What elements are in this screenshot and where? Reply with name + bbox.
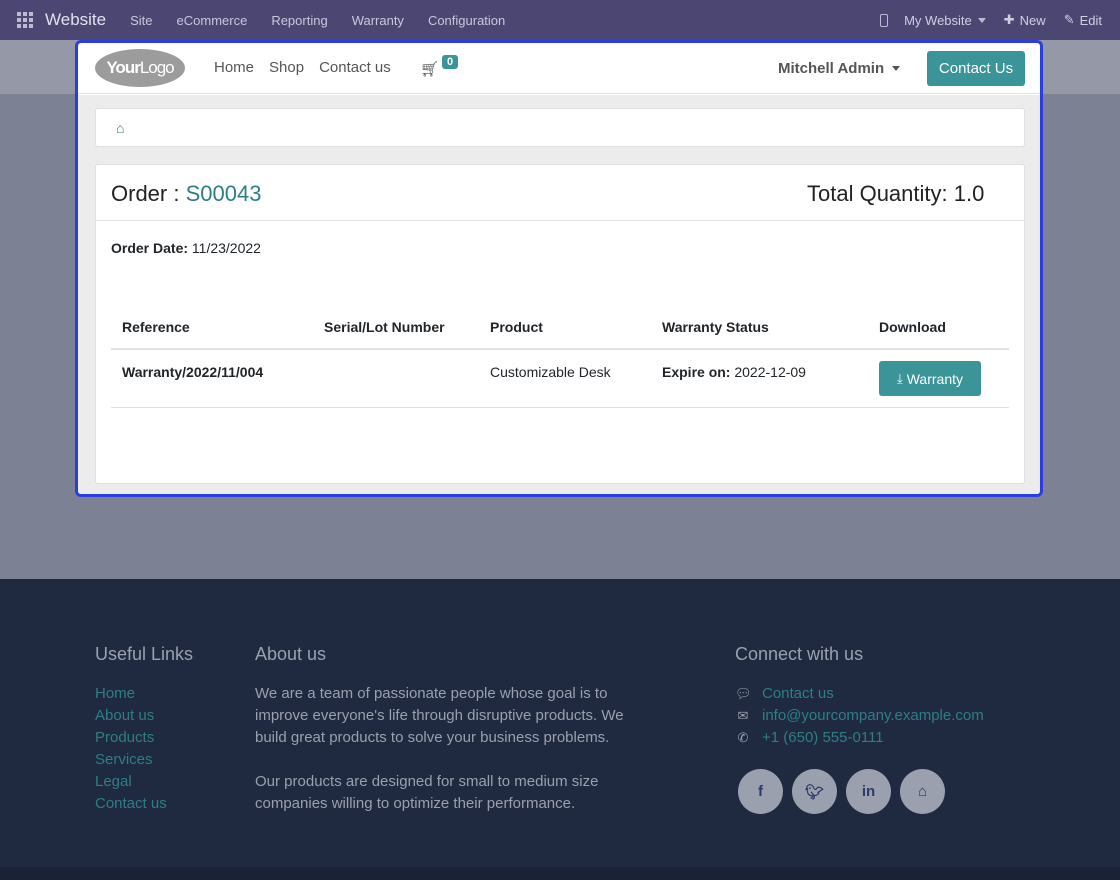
- pencil-icon: ✎: [1063, 12, 1075, 27]
- cell-reference: Warranty/2022/11/004: [111, 349, 313, 408]
- nav-shop[interactable]: Shop: [269, 59, 304, 76]
- contact-us-button[interactable]: Contact Us: [927, 51, 1025, 86]
- cart-link[interactable]: 🛒︎ 0: [420, 55, 459, 78]
- useful-links-title: Useful Links: [95, 644, 194, 664]
- new-button[interactable]: ✚ New: [1004, 12, 1046, 28]
- mobile-preview-icon[interactable]: [880, 13, 889, 27]
- order-number: S00043: [185, 181, 262, 206]
- footer-bottom-bar: [0, 867, 1120, 880]
- my-website-dropdown[interactable]: My Website: [904, 13, 986, 28]
- user-menu[interactable]: Mitchell Admin: [778, 60, 901, 77]
- about-paragraph-1: We are a team of passionate people whose…: [255, 685, 624, 746]
- col-product: Product: [479, 305, 651, 350]
- my-website-label: My Website: [904, 12, 972, 28]
- logo-light-text: Logo: [139, 58, 175, 77]
- about-column: About us We are a team of passionate peo…: [255, 644, 635, 815]
- cell-serial: [313, 349, 479, 408]
- odoo-topbar: Website Site eCommerce Reporting Warrant…: [0, 0, 1120, 40]
- download-warranty-button[interactable]: ⤓ Warranty: [879, 361, 981, 396]
- col-serial: Serial/Lot Number: [313, 305, 479, 350]
- footer-link-services[interactable]: Services: [95, 749, 235, 771]
- connect-column: Connect with us 💬︎ Contact us ✉ info@you…: [735, 644, 1035, 814]
- twitter-icon[interactable]: 🐦︎: [792, 769, 837, 814]
- phone-row[interactable]: ✆ +1 (650) 555-0111: [735, 727, 1035, 749]
- connect-title: Connect with us: [735, 644, 864, 664]
- expire-label: Expire on:: [662, 364, 731, 380]
- edit-button[interactable]: ✎ Edit: [1064, 12, 1102, 28]
- email-row[interactable]: ✉ info@yourcompany.example.com: [735, 705, 1035, 727]
- col-warranty-status: Warranty Status: [651, 305, 868, 350]
- download-icon: ⤓: [896, 370, 903, 386]
- cart-count-badge: 0: [442, 55, 459, 69]
- about-paragraph-2: Our products are designed for small to m…: [255, 773, 599, 812]
- envelope-icon: ✉: [737, 708, 749, 723]
- nav-home[interactable]: Home: [214, 59, 254, 76]
- warranty-table: Reference Serial/Lot Number Product Warr…: [111, 305, 1009, 408]
- order-date-value: 11/23/2022: [191, 240, 261, 256]
- app-name: Website: [45, 10, 107, 29]
- breadcrumb: ⌂: [95, 108, 1025, 147]
- website-frame: Your Logo Home Shop Contact us 🛒︎ 0 Mitch…: [75, 40, 1043, 497]
- cell-product: Customizable Desk: [479, 349, 651, 408]
- order-card-header: Order : S00043 Total Quantity: 1.0: [96, 165, 1024, 221]
- order-date: Order Date: 11/23/2022: [111, 240, 261, 256]
- home-icon[interactable]: ⌂: [116, 120, 124, 136]
- contact-us-link: Contact us: [762, 685, 834, 702]
- nav-links: Home Shop Contact us: [214, 59, 406, 76]
- useful-links-column: Useful Links Home About us Products Serv…: [95, 644, 235, 815]
- facebook-icon[interactable]: f: [738, 769, 783, 814]
- user-name: Mitchell Admin: [778, 60, 885, 77]
- footer-link-contact[interactable]: Contact us: [95, 793, 235, 815]
- menu-reporting[interactable]: Reporting: [271, 13, 327, 28]
- total-quantity: Total Quantity: 1.0: [807, 181, 985, 206]
- col-reference: Reference: [111, 305, 313, 350]
- chevron-down-icon: [977, 17, 986, 23]
- linkedin-icon[interactable]: in: [846, 769, 891, 814]
- home-icon[interactable]: ⌂: [900, 769, 945, 814]
- logo-bold-text: Your: [106, 58, 140, 77]
- new-label: New: [1019, 12, 1046, 28]
- footer-link-home[interactable]: Home: [95, 683, 235, 705]
- about-title: About us: [255, 644, 327, 664]
- topbar-right: My Website ✚ New ✎ Edit: [880, 0, 1120, 40]
- order-title: Order : S00043: [111, 181, 261, 207]
- menu-configuration[interactable]: Configuration: [428, 13, 505, 28]
- chevron-down-icon: [892, 66, 901, 71]
- menu-warranty[interactable]: Warranty: [352, 13, 404, 28]
- download-label: Warranty: [906, 370, 964, 387]
- nav-contact-us[interactable]: Contact us: [319, 59, 391, 76]
- order-title-prefix: Order :: [111, 181, 186, 206]
- social-links: f 🐦︎ in ⌂: [738, 769, 1035, 814]
- plus-icon: ✚: [1003, 12, 1015, 27]
- footer-link-products[interactable]: Products: [95, 727, 235, 749]
- topbar-menu: Site eCommerce Reporting Warranty Config…: [118, 13, 517, 28]
- order-date-label: Order Date:: [111, 240, 189, 256]
- email-link: info@yourcompany.example.com: [762, 707, 984, 724]
- phone-link: +1 (650) 555-0111: [762, 729, 884, 746]
- company-logo[interactable]: Your Logo: [95, 49, 185, 87]
- footer-link-about[interactable]: About us: [95, 705, 235, 727]
- contact-us-row[interactable]: 💬︎ Contact us: [735, 683, 1035, 705]
- menu-ecommerce[interactable]: eCommerce: [177, 13, 248, 28]
- apps-grid-icon[interactable]: [17, 12, 33, 28]
- cell-warranty-status: Expire on: 2022-12-09: [651, 349, 868, 408]
- site-footer: Useful Links Home About us Products Serv…: [0, 579, 1120, 867]
- phone-icon: ✆: [737, 730, 749, 745]
- col-download: Download: [868, 305, 1009, 350]
- footer-link-legal[interactable]: Legal: [95, 771, 235, 793]
- menu-site[interactable]: Site: [130, 13, 152, 28]
- website-navbar: Your Logo Home Shop Contact us 🛒︎ 0 Mitch…: [78, 43, 1040, 94]
- order-card: Order : S00043 Total Quantity: 1.0 Order…: [95, 164, 1025, 484]
- comment-icon: 💬︎: [735, 686, 752, 701]
- expire-date: 2022-12-09: [734, 364, 806, 380]
- table-row: Warranty/2022/11/004 Customizable Desk E…: [111, 349, 1009, 408]
- edit-label: Edit: [1079, 12, 1102, 28]
- cell-download: ⤓ Warranty: [868, 349, 1009, 408]
- shopping-cart-icon: 🛒︎: [420, 61, 440, 78]
